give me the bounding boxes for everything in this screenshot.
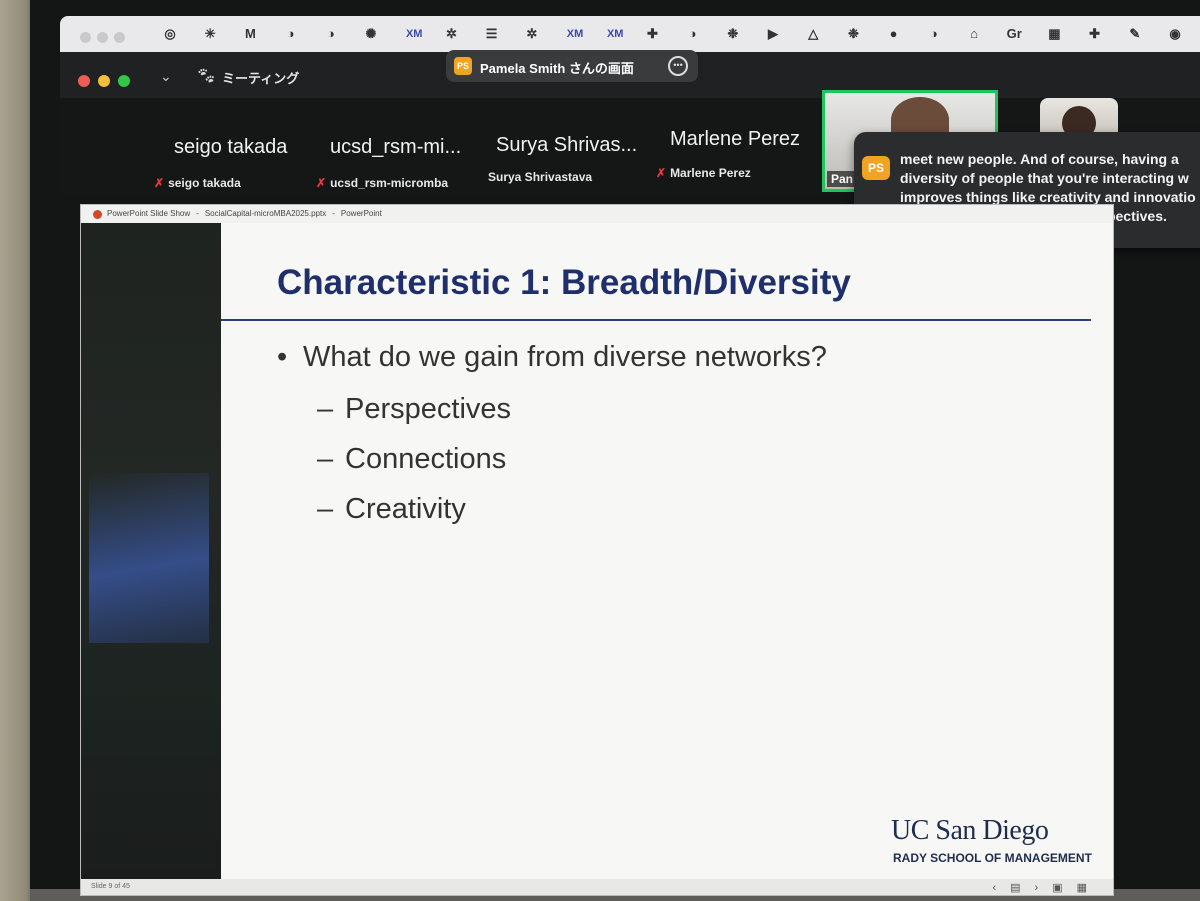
video-name-label: Pan (827, 171, 858, 187)
presenter-avatar: PS (454, 57, 472, 75)
minimize-icon[interactable] (98, 75, 110, 87)
slide-counter: Slide 9 of 45 (91, 883, 130, 890)
window-controls (78, 74, 138, 92)
bookmarks-bar: ◎ ✳ M ◑ ◑ ✺ XM ✲ ☰ ✲ XM XM ✚ ◑ ❉ ▶ △ ❉ ● ◑ ⌂ Gr ▦ ✚ ✎ ◉ (60, 16, 1200, 52)
participant-name: Marlene Perez (670, 166, 751, 180)
red-flower-icon[interactable]: ✺ (361, 24, 381, 44)
dash-marker: – (317, 443, 334, 475)
plus-icon[interactable]: ✚ (1085, 24, 1105, 44)
flower-icon[interactable]: ❉ (723, 24, 743, 44)
plus-icon[interactable]: ✚ (642, 24, 662, 44)
rady-school-label: RADY SCHOOL OF MANAGEMENT (893, 851, 1092, 865)
subpoint: – Creativity (317, 493, 466, 526)
dash-marker: – (317, 393, 334, 425)
settings-icon[interactable]: ✲ (522, 24, 542, 44)
title-app: PowerPoint Slide Show (107, 209, 191, 218)
meeting-label[interactable]: ミーティング (222, 68, 299, 87)
xm-icon[interactable]: XM (602, 24, 628, 44)
more-options-icon[interactable]: ••• (668, 56, 688, 76)
ucsd-logo: UC San Diego (891, 815, 1049, 846)
title-file: SocialCapital-microMBA2025.pptx (204, 209, 327, 218)
pin-icon[interactable]: ✎ (1125, 24, 1145, 44)
drive-icon[interactable]: △ (803, 24, 823, 44)
caption-speaker-avatar: PS (862, 156, 890, 180)
subpoint-text: Connections (345, 443, 507, 475)
powerpoint-icon (93, 210, 102, 219)
share-title: Pamela Smith さんの画面 (480, 61, 634, 76)
maximize-icon[interactable] (118, 75, 130, 87)
translate-icon[interactable]: Gr (1004, 24, 1024, 44)
openai-icon[interactable]: ◎ (160, 24, 180, 44)
participant-display-name: ucsd_rsm-mi... (330, 136, 462, 158)
grid-icon[interactable]: ▦ (1044, 24, 1064, 44)
globe-icon[interactable]: ◑ (281, 24, 301, 44)
slide-title: Characteristic 1: Breadth/Diversity (277, 263, 851, 302)
play-store-icon[interactable]: ▶ (763, 24, 783, 44)
settings-icon[interactable]: ✲ (441, 24, 461, 44)
dash-marker: – (317, 493, 334, 525)
participant-display-name: seigo takada (174, 136, 288, 158)
globe-icon[interactable]: ◑ (683, 24, 703, 44)
bullet-marker: • (277, 341, 288, 373)
github-icon[interactable]: ◉ (1165, 24, 1185, 44)
slideshow-controls: ‹▤›▣▦ (992, 880, 1101, 896)
chevron-down-icon[interactable]: ⌄ (160, 68, 172, 85)
participant-display-name: Surya Shrivas... (496, 134, 638, 156)
globe-icon[interactable]: ◑ (321, 24, 341, 44)
participant-name: seigo takada (168, 176, 241, 190)
xm-icon[interactable]: XM (401, 24, 427, 44)
gmail-icon[interactable]: M (240, 24, 260, 44)
globe-icon[interactable]: ◑ (924, 24, 944, 44)
building-icon[interactable]: ⌂ (964, 24, 984, 44)
bullet-text: What do we gain from diverse networks? (303, 341, 827, 373)
grid-icon[interactable]: ▦ (1077, 882, 1101, 894)
subpoint: – Perspectives (317, 393, 511, 426)
subpoint-text: Creativity (345, 493, 466, 525)
subpoint: – Connections (317, 443, 506, 476)
claude-icon[interactable]: ✳ (200, 24, 220, 44)
slideshow-status-bar: Slide 9 of 45 ‹▤›▣▦ (81, 879, 1113, 895)
zoom-titlebar: ⌄ 🐾︎ ミーティング PS Pamela Smith さんの画面 ••• (60, 50, 1200, 98)
title-sep: - (332, 209, 335, 218)
circle-icon[interactable]: ● (884, 24, 904, 44)
participant-name: ucsd_rsm-micromba (330, 176, 449, 190)
prev-icon[interactable]: ‹ (992, 882, 1010, 894)
title-divider (221, 319, 1091, 321)
mic-muted-icon: ✗ (656, 166, 667, 180)
participant-display-name: Marlene Perez (670, 128, 801, 150)
left-reflection-pane (81, 223, 222, 879)
subpoint-text: Perspectives (345, 393, 512, 425)
screen-share-indicator[interactable]: PS Pamela Smith さんの画面 ••• (446, 50, 698, 82)
slide-canvas[interactable]: Characteristic 1: Breadth/Diversity • Wha… (221, 223, 1113, 879)
xm-icon[interactable]: XM (562, 24, 588, 44)
slides-icon[interactable]: ▣ (1052, 882, 1076, 894)
paw-icon: 🐾︎ (196, 68, 217, 85)
bullet-point: • What do we gain from diverse networks? (277, 341, 827, 374)
flower-icon[interactable]: ❉ (843, 24, 863, 44)
mic-muted-icon: ✗ (316, 176, 327, 190)
powerpoint-window: PowerPoint Slide Show - SocialCapital-micr… (80, 204, 1114, 896)
mic-muted-icon: ✗ (154, 176, 165, 190)
docs-icon[interactable]: ☰ (482, 24, 502, 44)
title-product: PowerPoint (340, 209, 382, 218)
menu-icon[interactable]: ▤ (1010, 882, 1034, 894)
ppt-titlebar: PowerPoint Slide Show - SocialCapital-micr… (81, 205, 1113, 223)
participant-name: Surya Shrivastava (488, 170, 593, 184)
inactive-window-controls (80, 30, 131, 48)
title-sep: - (196, 209, 199, 218)
close-icon[interactable] (78, 75, 90, 87)
next-icon[interactable]: › (1035, 882, 1053, 894)
